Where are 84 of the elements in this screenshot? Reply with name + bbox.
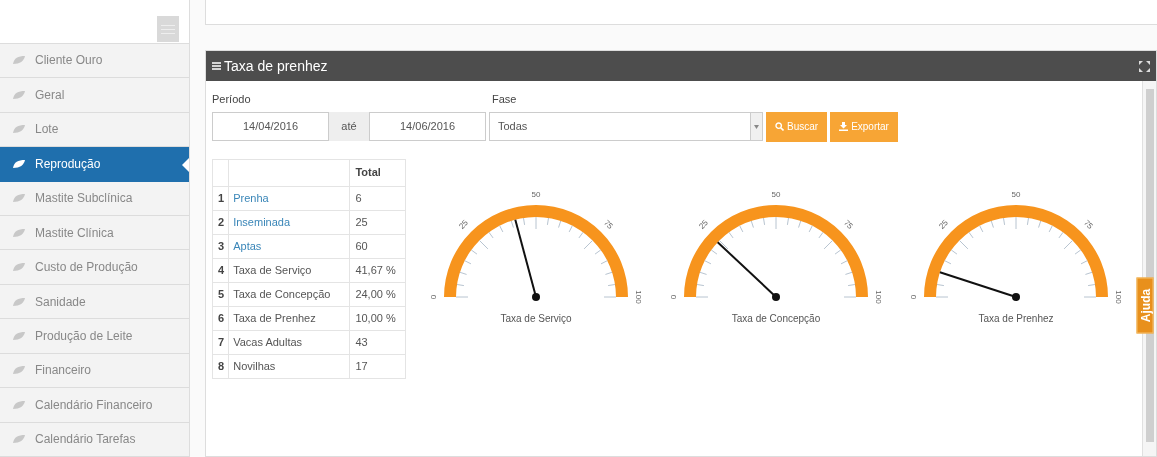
row-number: 7 bbox=[212, 330, 229, 354]
field-label: Período bbox=[212, 92, 252, 107]
tick-label: 50 bbox=[531, 189, 541, 199]
leaf-icon bbox=[12, 262, 26, 273]
tick-label: 75 bbox=[602, 217, 615, 231]
fullscreen-icon[interactable] bbox=[1139, 60, 1150, 72]
row-number: 6 bbox=[212, 306, 229, 330]
sidebar-item[interactable]: Mastite Subclínica bbox=[0, 181, 189, 216]
tick-label: 25 bbox=[457, 217, 470, 231]
sidebar-item[interactable]: Cliente Ouro bbox=[0, 43, 189, 79]
column-header: Total bbox=[349, 159, 406, 186]
search-icon bbox=[775, 122, 784, 131]
tick-label: 0 bbox=[669, 294, 679, 299]
table-cell: 25 bbox=[349, 210, 406, 234]
leaf-icon bbox=[12, 365, 26, 376]
tick-label: 0 bbox=[429, 294, 439, 299]
sidebar-item[interactable]: Sanidade bbox=[0, 284, 189, 320]
sidebar-item[interactable]: Calendário Tarefas bbox=[0, 422, 189, 457]
tick-label: 100 bbox=[1113, 289, 1123, 304]
date-field[interactable]: 14/04/2016 bbox=[212, 112, 329, 141]
gauge-title: Taxa de Prenhez bbox=[978, 311, 1054, 326]
panel-title: Taxa de prenhez bbox=[224, 56, 328, 76]
download-icon bbox=[839, 122, 849, 131]
help-tab[interactable]: Ajuda bbox=[1136, 277, 1154, 334]
table-cell: 43 bbox=[349, 330, 406, 354]
sidebar-item[interactable]: Produção de Leite bbox=[0, 319, 189, 354]
row-link[interactable]: Prenha bbox=[228, 186, 350, 210]
table-cell: 60 bbox=[349, 234, 406, 258]
leaf-icon bbox=[12, 89, 26, 100]
table-cell: 6 bbox=[349, 186, 406, 210]
gauge-title: Taxa de Serviço bbox=[500, 311, 572, 326]
sidebar-item[interactable]: Reprodução bbox=[0, 147, 189, 182]
table-cell: 41,67 % bbox=[349, 258, 406, 282]
menu-icon bbox=[212, 62, 221, 70]
export-button[interactable]: Exportar bbox=[830, 111, 898, 142]
leaf-icon bbox=[12, 124, 26, 135]
table-cell: 10,00 % bbox=[349, 306, 406, 330]
caret-icon bbox=[754, 124, 759, 129]
table-cell: Taxa de Serviço bbox=[228, 258, 350, 282]
dropdown-handle[interactable] bbox=[750, 113, 762, 140]
sidebar-item[interactable]: Calendário Financeiro bbox=[0, 388, 189, 423]
leaf-icon bbox=[12, 227, 26, 238]
row-number: 5 bbox=[212, 282, 229, 306]
row-number: 4 bbox=[212, 258, 229, 282]
leaf-icon bbox=[12, 55, 26, 66]
menu-toggle-button[interactable] bbox=[157, 16, 179, 42]
table-cell: 24,00 % bbox=[349, 282, 406, 306]
table-cell: Vacas Adultas bbox=[228, 330, 350, 354]
scrollbar[interactable] bbox=[1142, 81, 1156, 456]
row-number: 1 bbox=[212, 186, 229, 210]
leaf-icon bbox=[12, 193, 26, 204]
row-number: 2 bbox=[212, 210, 229, 234]
table-cell: Taxa de Concepção bbox=[228, 282, 350, 306]
leaf-icon bbox=[12, 296, 26, 307]
tick-label: 25 bbox=[697, 217, 710, 231]
leaf-icon bbox=[12, 330, 26, 341]
field-label: Fase bbox=[492, 92, 517, 107]
tick-label: 75 bbox=[842, 217, 855, 231]
sidebar-item[interactable]: Mastite Clínica bbox=[0, 215, 189, 251]
sidebar-item[interactable]: Custo de Produção bbox=[0, 250, 189, 285]
row-link[interactable]: Inseminada bbox=[228, 210, 350, 234]
date-field[interactable]: 14/06/2016 bbox=[369, 112, 486, 141]
sidebar-item[interactable]: Financeiro bbox=[0, 353, 189, 389]
tick-label: 75 bbox=[1082, 217, 1095, 231]
tick-label: 100 bbox=[633, 289, 643, 304]
row-number: 3 bbox=[212, 234, 229, 258]
tick-label: 0 bbox=[909, 294, 919, 299]
tick-label: 100 bbox=[873, 289, 883, 304]
search-button[interactable]: Buscar bbox=[766, 111, 828, 142]
table-cell: 17 bbox=[349, 354, 406, 378]
tick-label: 50 bbox=[1011, 189, 1021, 199]
row-link[interactable]: Aptas bbox=[228, 234, 350, 258]
row-number: 8 bbox=[212, 354, 229, 378]
phase-select[interactable]: Todas bbox=[489, 112, 763, 141]
leaf-icon bbox=[12, 399, 26, 410]
range-separator: até bbox=[329, 112, 369, 141]
tick-label: 50 bbox=[771, 189, 781, 199]
table-cell: Taxa de Prenhez bbox=[228, 306, 350, 330]
leaf-icon bbox=[12, 434, 26, 445]
sidebar-item[interactable]: Geral bbox=[0, 78, 189, 113]
tick-label: 25 bbox=[937, 217, 950, 231]
table-cell: Novilhas bbox=[228, 354, 350, 378]
leaf-icon bbox=[12, 158, 26, 169]
gauge-title: Taxa de Concepção bbox=[731, 311, 821, 326]
